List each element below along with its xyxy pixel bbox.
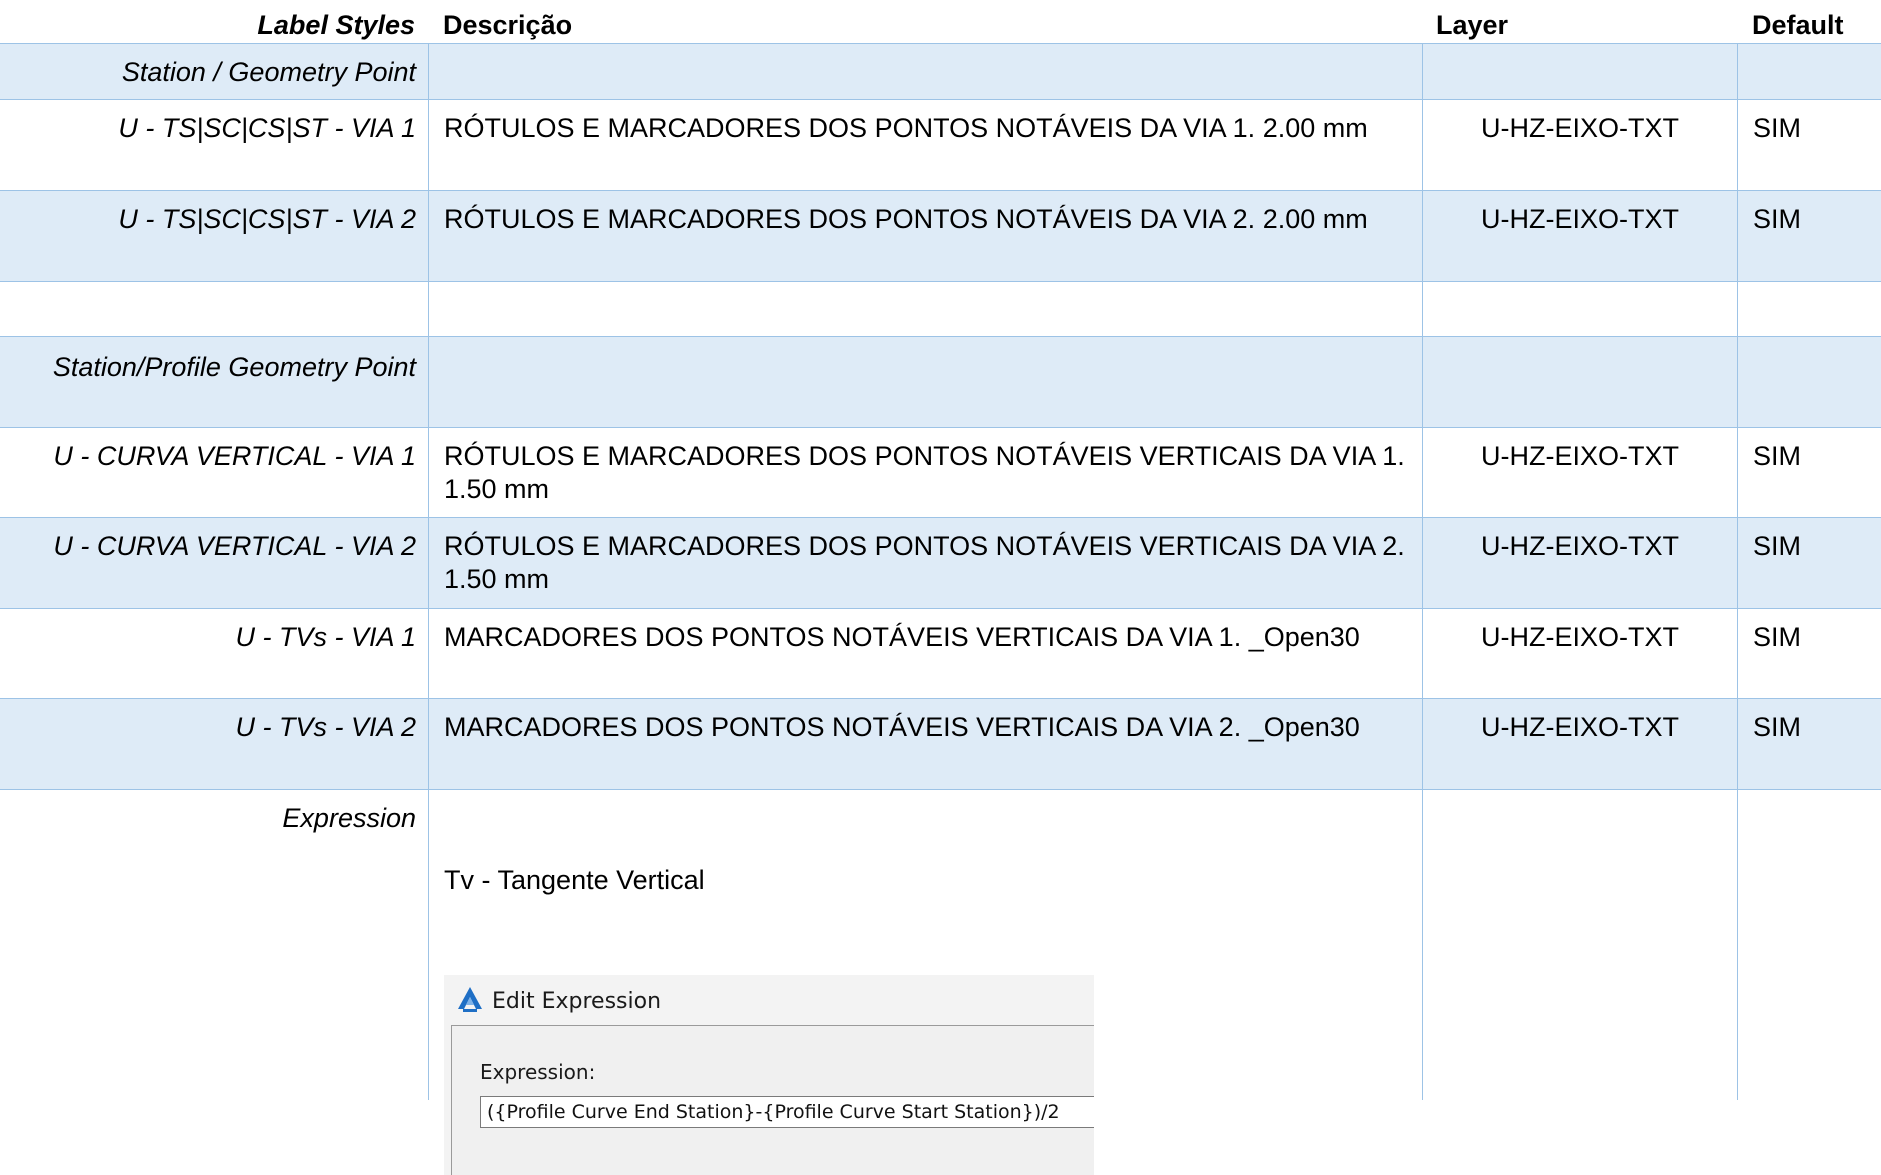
- layer-cell: U-HZ-EIXO-TXT: [1422, 609, 1737, 698]
- desc-cell: MARCADORES DOS PONTOS NOTÁVEIS VERTICAIS…: [428, 699, 1422, 789]
- layer-cell: U-HZ-EIXO-TXT: [1422, 100, 1737, 190]
- dialog-title: Edit Expression: [492, 989, 662, 1014]
- header-label-styles: Label Styles: [257, 10, 415, 40]
- table-row: Station/Profile Geometry Point: [0, 337, 1881, 428]
- desc-cell: [428, 337, 1422, 427]
- expression-description: Tv - Tangente Vertical: [444, 865, 705, 895]
- expression-row: Expression Tv - Tangente Vertical Edit E…: [0, 790, 1881, 1175]
- label-cell: Expression: [282, 803, 416, 833]
- default-cell: SIM: [1737, 518, 1881, 608]
- layer-cell: U-HZ-EIXO-TXT: [1422, 191, 1737, 281]
- layer-cell: [1422, 337, 1737, 427]
- label-cell: [0, 282, 428, 336]
- desc-cell: [428, 282, 1422, 336]
- label-cell: U - CURVA VERTICAL - VIA 1: [53, 441, 416, 471]
- desc-cell: RÓTULOS E MARCADORES DOS PONTOS NOTÁVEIS…: [428, 100, 1422, 190]
- desc-cell: RÓTULOS E MARCADORES DOS PONTOS NOTÁVEIS…: [428, 191, 1422, 281]
- expression-field-label: Expression:: [480, 1060, 596, 1084]
- default-cell: SIM: [1737, 699, 1881, 789]
- default-cell: [1737, 790, 1881, 1100]
- table-header: Label Styles Descrição Layer Default: [0, 0, 1881, 44]
- layer-cell: U-HZ-EIXO-TXT: [1422, 428, 1737, 517]
- label-cell: U - TS|SC|CS|ST - VIA 1: [118, 113, 416, 143]
- edit-expression-screenshot: Edit Expression Expression: ({Profile Cu…: [444, 975, 1094, 1175]
- label-styles-table: Station / Geometry Point U - TS|SC|CS|ST…: [0, 44, 1881, 1175]
- expression-field: ({Profile Curve End Station}-{Profile Cu…: [480, 1096, 1094, 1128]
- layer-cell: [1422, 282, 1737, 336]
- header-descricao: Descrição: [443, 10, 573, 40]
- label-cell: Station/Profile Geometry Point: [0, 337, 428, 427]
- default-cell: [1737, 282, 1881, 336]
- table-row: U - TVs - VIA 1 MARCADORES DOS PONTOS NO…: [0, 609, 1881, 699]
- default-cell: [1737, 44, 1881, 99]
- label-cell: Station / Geometry Point: [0, 44, 428, 99]
- desc-cell: RÓTULOS E MARCADORES DOS PONTOS NOTÁVEIS…: [428, 428, 1422, 517]
- desc-cell: MARCADORES DOS PONTOS NOTÁVEIS VERTICAIS…: [428, 609, 1422, 698]
- table-row: U - TS|SC|CS|ST - VIA 1 RÓTULOS E MARCAD…: [0, 100, 1881, 191]
- layer-cell: [1422, 790, 1737, 1100]
- default-cell: [1737, 337, 1881, 427]
- default-cell: SIM: [1737, 428, 1881, 517]
- table-row: Station / Geometry Point: [0, 44, 1881, 100]
- layer-cell: U-HZ-EIXO-TXT: [1422, 518, 1737, 608]
- default-cell: SIM: [1737, 609, 1881, 698]
- label-cell: U - TVs - VIA 2: [0, 699, 428, 789]
- layer-cell: U-HZ-EIXO-TXT: [1422, 699, 1737, 789]
- header-layer: Layer: [1436, 10, 1509, 40]
- label-cell: U - TS|SC|CS|ST - VIA 2: [0, 191, 428, 281]
- table-row: U - CURVA VERTICAL - VIA 1 RÓTULOS E MAR…: [0, 428, 1881, 518]
- label-cell: U - CURVA VERTICAL - VIA 2: [0, 518, 428, 608]
- desc-cell: Tv - Tangente Vertical Edit Expression E…: [428, 790, 1422, 1175]
- table-row: U - TVs - VIA 2 MARCADORES DOS PONTOS NO…: [0, 699, 1881, 790]
- civil3d-app-icon: [458, 987, 482, 1012]
- header-default: Default: [1752, 10, 1844, 40]
- table-row: U - TS|SC|CS|ST - VIA 2 RÓTULOS E MARCAD…: [0, 191, 1881, 282]
- table-row: U - CURVA VERTICAL - VIA 2 RÓTULOS E MAR…: [0, 518, 1881, 609]
- desc-cell: RÓTULOS E MARCADORES DOS PONTOS NOTÁVEIS…: [428, 518, 1422, 608]
- desc-cell: [428, 44, 1422, 99]
- table-row: [0, 282, 1881, 337]
- default-cell: SIM: [1737, 100, 1881, 190]
- layer-cell: [1422, 44, 1737, 99]
- dialog-body: Expression: ({Profile Curve End Station}…: [451, 1025, 1094, 1175]
- default-cell: SIM: [1737, 191, 1881, 281]
- label-cell: U - TVs - VIA 1: [235, 622, 416, 652]
